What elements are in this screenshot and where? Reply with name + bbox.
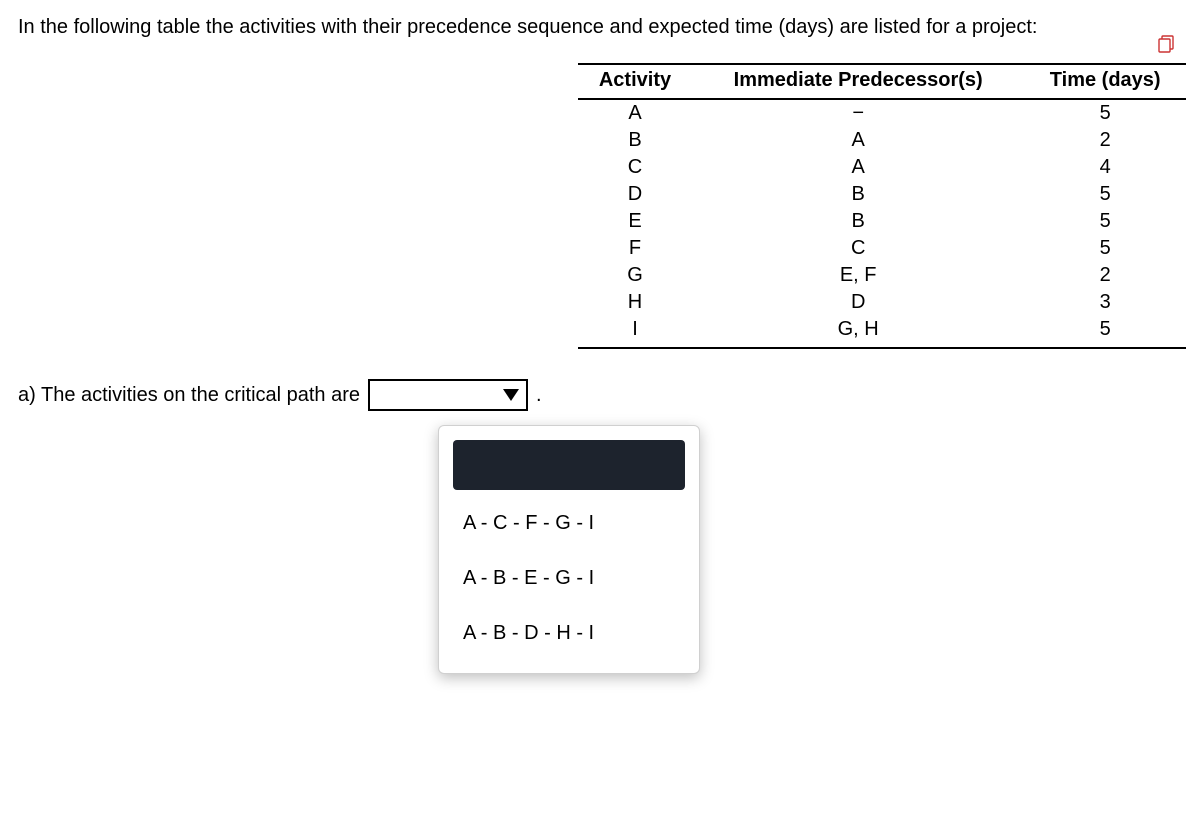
- activity-table: Activity Immediate Predecessor(s) Time (…: [578, 63, 1186, 349]
- table-row: A−5: [578, 99, 1186, 127]
- table-cell: I: [578, 316, 692, 348]
- table-row: GE, F2: [578, 262, 1186, 289]
- table-cell: C: [578, 154, 692, 181]
- table-cell: 2: [1024, 262, 1186, 289]
- table-cell: 4: [1024, 154, 1186, 181]
- table-row: FC5: [578, 235, 1186, 262]
- table-cell: E, F: [692, 262, 1024, 289]
- table-row: HD3: [578, 289, 1186, 316]
- col-time: Time (days): [1024, 64, 1186, 99]
- intro-text: In the following table the activities wi…: [18, 16, 1182, 39]
- table-cell: 5: [1024, 99, 1186, 127]
- question-after: .: [536, 384, 542, 407]
- table-cell: E: [578, 208, 692, 235]
- activity-table-container: Activity Immediate Predecessor(s) Time (…: [578, 63, 1182, 349]
- table-cell: C: [692, 235, 1024, 262]
- table-row: CA4: [578, 154, 1186, 181]
- table-row: DB5: [578, 181, 1186, 208]
- table-cell: 5: [1024, 208, 1186, 235]
- table-cell: 5: [1024, 181, 1186, 208]
- table-cell: G, H: [692, 316, 1024, 348]
- dropdown-option-blank[interactable]: [453, 440, 685, 490]
- question-row: a) The activities on the critical path a…: [18, 379, 1182, 411]
- critical-path-dropdown[interactable]: [368, 379, 528, 411]
- table-cell: D: [578, 181, 692, 208]
- chevron-down-icon: [502, 388, 520, 402]
- dropdown-option-3[interactable]: A - B - D - H - I: [453, 608, 685, 659]
- table-cell: B: [692, 208, 1024, 235]
- table-cell: A: [692, 154, 1024, 181]
- table-cell: B: [578, 127, 692, 154]
- question-label: a) The activities on the critical path a…: [18, 384, 360, 407]
- table-cell: A: [692, 127, 1024, 154]
- table-row: EB5: [578, 208, 1186, 235]
- col-activity: Activity: [578, 64, 692, 99]
- table-cell: F: [578, 235, 692, 262]
- table-row: BA2: [578, 127, 1186, 154]
- table-cell: H: [578, 289, 692, 316]
- col-predecessors: Immediate Predecessor(s): [692, 64, 1024, 99]
- dropdown-options-panel: A - C - F - G - I A - B - E - G - I A - …: [438, 425, 700, 674]
- table-cell: B: [692, 181, 1024, 208]
- table-cell: 3: [1024, 289, 1186, 316]
- dropdown-option-1[interactable]: A - C - F - G - I: [453, 498, 685, 549]
- copy-icon[interactable]: [1158, 35, 1176, 59]
- table-row: IG, H5: [578, 316, 1186, 348]
- table-cell: 5: [1024, 235, 1186, 262]
- table-cell: A: [578, 99, 692, 127]
- table-cell: −: [692, 99, 1024, 127]
- table-cell: 5: [1024, 316, 1186, 348]
- table-cell: D: [692, 289, 1024, 316]
- dropdown-option-2[interactable]: A - B - E - G - I: [453, 553, 685, 604]
- table-cell: 2: [1024, 127, 1186, 154]
- table-cell: G: [578, 262, 692, 289]
